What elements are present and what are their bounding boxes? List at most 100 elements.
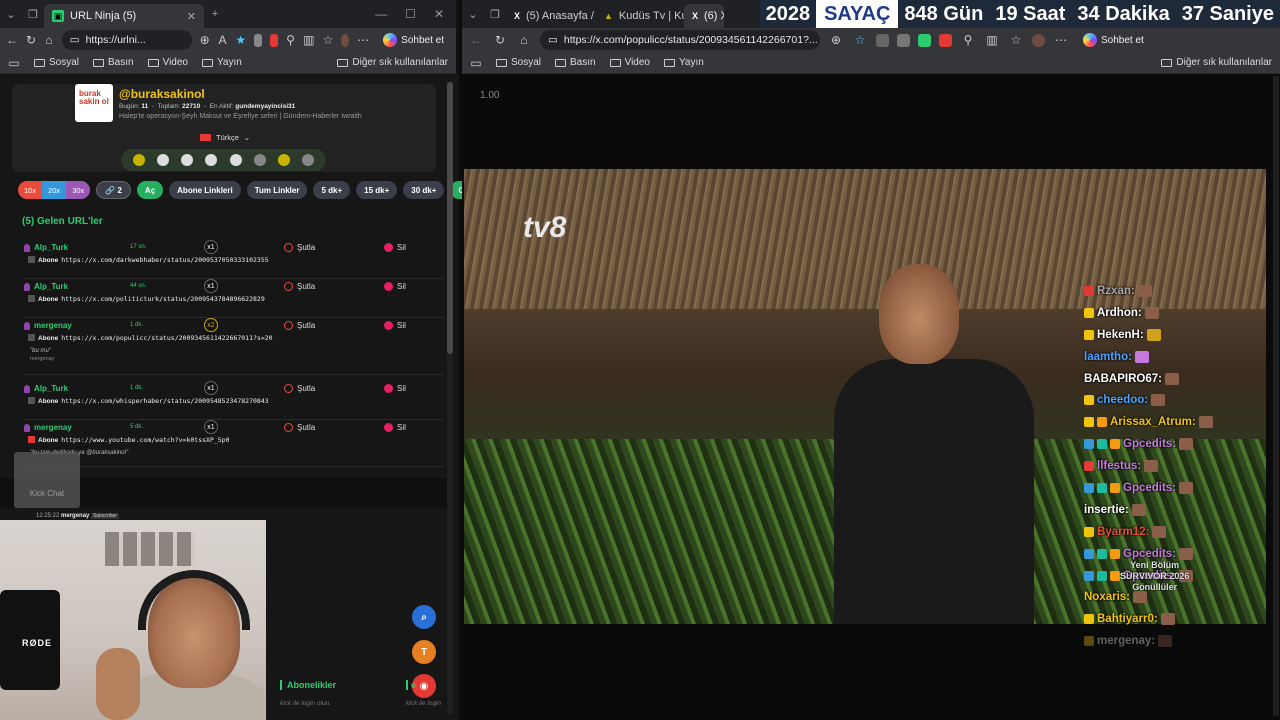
tab-x-active[interactable]: X (6) X: [684, 4, 724, 28]
split-screen-icon[interactable]: ▥: [984, 32, 1000, 48]
bookmark-yayin[interactable]: Yayın: [664, 57, 704, 68]
extension-icon[interactable]: [254, 33, 262, 47]
home-icon[interactable]: ⌂: [44, 32, 54, 48]
skip-button[interactable]: Şutla: [284, 243, 315, 252]
copilot-chat-button[interactable]: Sohbet et: [1077, 31, 1150, 49]
row-link[interactable]: Abone https://x.com/whisperhaber/status/2…: [28, 397, 269, 405]
filter-30min-button[interactable]: 30 dk+: [403, 181, 445, 199]
more-menu-icon[interactable]: ⋯: [357, 32, 369, 48]
back-icon[interactable]: ←: [468, 32, 484, 48]
bookmark-other[interactable]: Diğer sık kullanılanlar: [1161, 57, 1272, 68]
skip-button[interactable]: Şutla: [284, 282, 315, 291]
delete-button[interactable]: Sil: [384, 384, 406, 393]
right-scrollbar[interactable]: [1273, 76, 1279, 716]
extensions-puzzle-icon[interactable]: ⚲: [960, 32, 976, 48]
subscriber-links-button[interactable]: Abone Linkleri: [169, 181, 241, 199]
zoom-icon[interactable]: ⊕: [828, 32, 844, 48]
list-icon[interactable]: [205, 154, 218, 166]
split-screen-icon[interactable]: ▥: [303, 32, 314, 48]
home-icon[interactable]: ⌂: [516, 32, 532, 48]
tab-url-ninja[interactable]: ▣ URL Ninja (5) ✕: [44, 4, 204, 28]
row-link[interactable]: Abone https://x.com/populicc/status/20093…: [28, 334, 273, 342]
bookmark-sosyal[interactable]: Sosyal: [496, 57, 541, 68]
filter-5min-button[interactable]: 5 dk+: [313, 181, 351, 199]
profile-avatar[interactable]: [1032, 33, 1045, 47]
speed-30x-button[interactable]: 30x: [66, 181, 91, 199]
text-fab-icon[interactable]: T: [412, 640, 436, 664]
extension-icon[interactable]: [897, 33, 910, 47]
bookmark-yayin[interactable]: Yayın: [202, 57, 242, 68]
delete-button[interactable]: Sil: [384, 243, 406, 252]
exit-icon[interactable]: [301, 154, 314, 166]
subscriptions-tab-2[interactable]: e: [406, 680, 416, 690]
tab-anasayfa[interactable]: X (5) Anasayfa /: [506, 4, 596, 28]
delete-button[interactable]: Sil: [384, 282, 406, 291]
extension-red-icon[interactable]: [269, 33, 278, 47]
back-icon[interactable]: ←: [6, 32, 18, 48]
bookmark-basin[interactable]: Basın: [555, 57, 596, 68]
delete-button[interactable]: Sil: [384, 321, 406, 330]
extensions-puzzle-icon[interactable]: ⚲: [286, 32, 296, 48]
row-link[interactable]: Abone https://x.com/politicturk/status/20…: [28, 295, 265, 303]
reload-icon[interactable]: ↻: [492, 32, 508, 48]
extension-icon[interactable]: [876, 33, 889, 47]
read-aloud-icon[interactable]: A: [218, 32, 228, 48]
reload-icon[interactable]: ↻: [26, 32, 36, 48]
copilot-chat-button[interactable]: Sohbet et: [377, 31, 450, 49]
search-fab-icon[interactable]: ⌕: [412, 605, 436, 629]
link-count-chip[interactable]: 🔗 2: [96, 181, 131, 199]
tab-list-icon[interactable]: ⌄: [0, 3, 22, 25]
bookmark-video[interactable]: Video: [609, 57, 650, 68]
minimize-icon[interactable]: —: [375, 7, 387, 21]
extension-red-icon[interactable]: [939, 33, 952, 47]
bookmark-other[interactable]: Diğer sık kullanılanlar: [337, 57, 448, 68]
favorite-star-icon[interactable]: ★: [235, 32, 246, 48]
row-user[interactable]: Alp_Turk: [24, 384, 68, 393]
bookmark-video[interactable]: Video: [147, 57, 188, 68]
skip-button[interactable]: Şutla: [284, 321, 315, 330]
close-tab-icon[interactable]: ✕: [187, 10, 196, 23]
kick-chat-button[interactable]: Kick Chat: [14, 452, 80, 508]
speed-10x-button[interactable]: 10x: [18, 181, 43, 199]
profile-avatar[interactable]: [341, 33, 350, 47]
camera-icon[interactable]: [181, 154, 194, 166]
favorite-star-icon[interactable]: ☆: [852, 32, 868, 48]
more-menu-icon[interactable]: ⋯: [1053, 32, 1069, 48]
row-user[interactable]: mergenay: [24, 321, 72, 330]
row-link[interactable]: Abone https://x.com/darkwebhaber/status/2…: [28, 256, 269, 264]
left-scrollbar[interactable]: [447, 82, 453, 714]
bookmarks-menu-icon[interactable]: ▭: [470, 55, 482, 71]
extension-green-icon[interactable]: [918, 33, 931, 47]
favorites-icon[interactable]: ☆: [323, 32, 334, 48]
row-user[interactable]: Alp_Turk: [24, 243, 68, 252]
pause-icon[interactable]: [277, 154, 290, 166]
settings-icon[interactable]: [133, 154, 146, 166]
row-user[interactable]: Alp_Turk: [24, 282, 68, 291]
row-user[interactable]: mergenay: [24, 423, 72, 432]
bookmark-sosyal[interactable]: Sosyal: [34, 57, 79, 68]
bookmarks-menu-icon[interactable]: ▭: [8, 55, 20, 71]
close-window-icon[interactable]: ✕: [434, 7, 444, 21]
grid-icon[interactable]: [229, 154, 242, 166]
all-links-button[interactable]: Tum Linkler: [246, 181, 308, 199]
scrollbar-thumb[interactable]: [447, 82, 453, 354]
open-button[interactable]: Aç: [136, 181, 164, 199]
speed-20x-button[interactable]: 20x: [42, 181, 67, 199]
filter-15min-button[interactable]: 15 dk+: [356, 181, 398, 199]
language-select[interactable]: Türkçe ⌄: [200, 133, 250, 142]
workspaces-icon[interactable]: ❐: [22, 3, 44, 25]
address-bar[interactable]: ▭ https://urlni...: [61, 30, 192, 50]
new-tab-icon[interactable]: +: [204, 3, 226, 25]
trash-icon[interactable]: [253, 154, 266, 166]
row-link[interactable]: Abone https://www.youtube.com/watch?v=k0t…: [28, 436, 230, 444]
favorites-icon[interactable]: ☆: [1008, 32, 1024, 48]
workspaces-icon[interactable]: ❐: [484, 3, 506, 25]
tab-list-icon[interactable]: ⌄: [462, 3, 484, 25]
bookmark-basin[interactable]: Basın: [93, 57, 134, 68]
skip-button[interactable]: Şutla: [284, 384, 315, 393]
delete-button[interactable]: Sil: [384, 423, 406, 432]
tab-kudus-tv[interactable]: ▲ Kudüs Tv | Ku: [596, 4, 684, 28]
skip-button[interactable]: Şutla: [284, 423, 315, 432]
twitter-icon[interactable]: [157, 154, 170, 166]
zoom-icon[interactable]: ⊕: [200, 32, 210, 48]
